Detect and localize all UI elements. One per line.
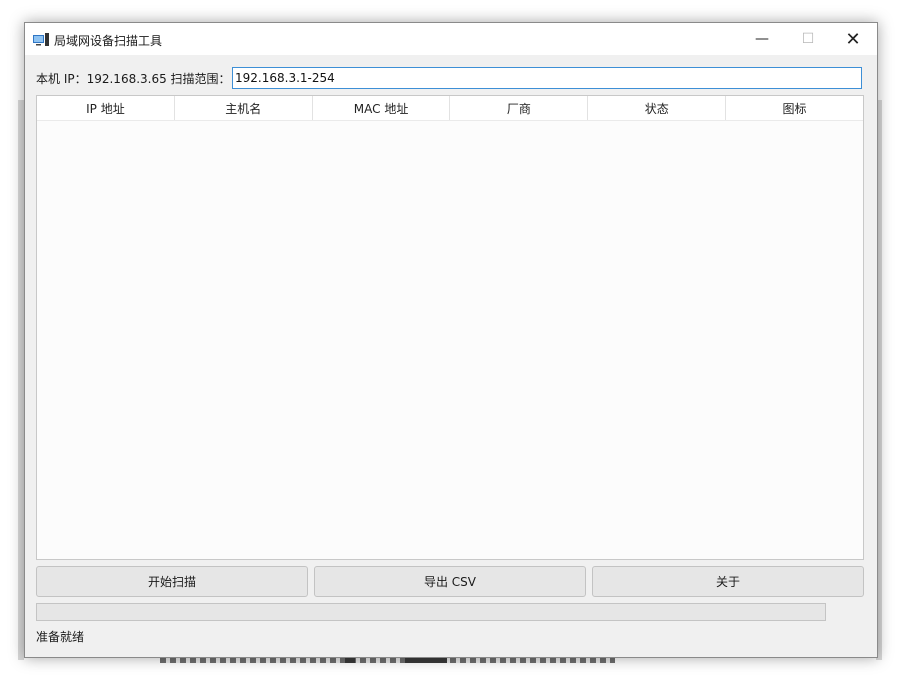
start-scan-button[interactable]: 开始扫描 <box>36 566 308 597</box>
minimize-button[interactable]: — <box>739 23 785 55</box>
scan-progress-bar <box>36 603 826 621</box>
local-ip-label: 本机 IP：192.168.3.65 扫描范围： <box>36 72 231 86</box>
device-table[interactable]: IP 地址 主机名 MAC 地址 厂商 状态 图标 <box>36 95 864 560</box>
column-header-icon[interactable]: 图标 <box>726 96 863 120</box>
scan-range-input[interactable] <box>232 67 862 89</box>
table-header: IP 地址 主机名 MAC 地址 厂商 状态 图标 <box>37 96 863 121</box>
window-title: 局域网设备扫描工具 <box>54 34 163 48</box>
maximize-button[interactable]: ☐ <box>785 23 831 55</box>
app-window: 局域网设备扫描工具 — ☐ ✕ 本机 IP：192.168.3.65 扫描范围：… <box>24 22 878 658</box>
column-header-vendor[interactable]: 厂商 <box>450 96 589 120</box>
monitor-icon <box>33 33 49 46</box>
export-csv-button[interactable]: 导出 CSV <box>314 566 586 597</box>
column-header-mac[interactable]: MAC 地址 <box>313 96 451 120</box>
status-text: 准备就绪 <box>36 630 85 644</box>
column-header-ip[interactable]: IP 地址 <box>37 96 175 120</box>
column-header-hostname[interactable]: 主机名 <box>175 96 313 120</box>
close-button[interactable]: ✕ <box>830 23 876 55</box>
column-header-status[interactable]: 状态 <box>588 96 727 120</box>
about-button[interactable]: 关于 <box>592 566 864 597</box>
title-bar[interactable]: 局域网设备扫描工具 — ☐ ✕ <box>25 23 877 55</box>
